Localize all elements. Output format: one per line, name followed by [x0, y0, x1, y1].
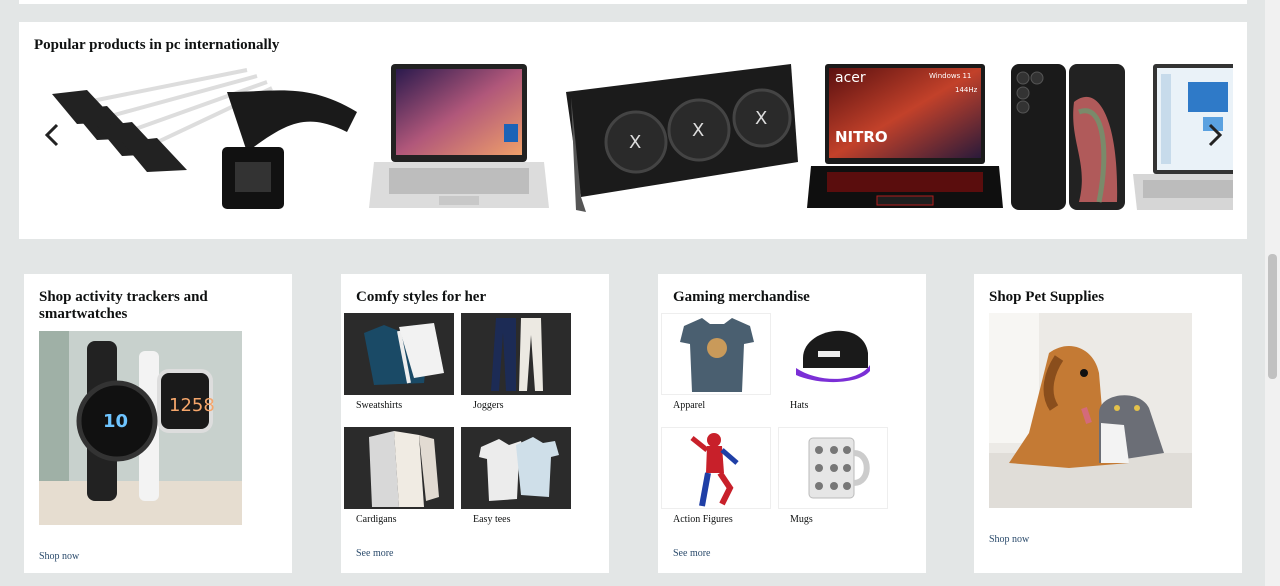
carousel-title: Popular products in pc internationally: [34, 37, 280, 53]
sata-cable-icon[interactable]: [47, 62, 362, 212]
scrollbar-thumb[interactable]: [1268, 254, 1277, 379]
carousel-prev-button[interactable]: [39, 119, 65, 151]
acer-logo-text: acer: [835, 70, 866, 86]
mugs-tile[interactable]: [778, 427, 888, 509]
shop-now-link[interactable]: Shop now: [39, 551, 79, 562]
card-comfy-styles: Comfy styles for her Sweatshirts Joggers…: [341, 274, 609, 573]
action-figures-tile[interactable]: [661, 427, 771, 509]
card-pet-supplies: Shop Pet Supplies Shop now: [974, 274, 1242, 573]
sweatshirts-tile[interactable]: [344, 313, 454, 395]
joggers-tile[interactable]: [461, 313, 571, 395]
tile-label-mugs[interactable]: Mugs: [790, 514, 813, 525]
carousel-next-button[interactable]: [1202, 119, 1228, 151]
refresh-rate-text: 144Hz: [955, 86, 978, 94]
tile-label-joggers[interactable]: Joggers: [473, 400, 504, 411]
easy-tees-tile[interactable]: [461, 427, 571, 509]
acer-nitro-laptop-icon[interactable]: acer NITRO Windows 11 144Hz: [807, 62, 1003, 212]
card-title: Comfy styles for her: [356, 289, 487, 305]
tile-label-action-figures[interactable]: Action Figures: [673, 514, 733, 525]
see-more-link[interactable]: See more: [673, 548, 711, 559]
page-scrollbar[interactable]: [1265, 0, 1280, 586]
windows-badge-text: Windows 11: [929, 72, 971, 80]
tile-label-apparel[interactable]: Apparel: [673, 400, 705, 411]
tile-label-sweatshirts[interactable]: Sweatshirts: [356, 400, 402, 411]
nitro-logo-text: NITRO: [835, 128, 888, 146]
apparel-tile[interactable]: [661, 313, 771, 395]
cardigans-tile[interactable]: [344, 427, 454, 509]
shop-now-link[interactable]: Shop now: [989, 534, 1029, 545]
card-title: Shop activity trackers and smartwatches: [39, 289, 208, 322]
tile-label-hats[interactable]: Hats: [790, 400, 808, 411]
tile-label-cardigans[interactable]: Cardigans: [356, 514, 397, 525]
previous-section-strip: [19, 0, 1247, 4]
chevron-right-icon: [1208, 123, 1223, 147]
card-activity-trackers: Shop activity trackers and smartwatches …: [24, 274, 292, 573]
watch1-time: 10: [103, 411, 128, 432]
watch2-time: 1258: [169, 395, 215, 416]
smartwatches-image[interactable]: 1258 10: [39, 331, 242, 525]
chevron-left-icon: [44, 123, 59, 147]
svg-text:X: X: [629, 132, 641, 153]
pet-supplies-image[interactable]: [989, 313, 1192, 508]
popular-products-carousel: Popular products in pc internationally X…: [19, 22, 1247, 239]
card-title: Shop Pet Supplies: [989, 289, 1105, 305]
see-more-link[interactable]: See more: [356, 548, 394, 559]
samsung-phone-icon[interactable]: [1009, 62, 1127, 212]
svg-text:X: X: [692, 120, 704, 141]
hp-laptop-icon[interactable]: [369, 62, 549, 212]
tile-label-easy-tees[interactable]: Easy tees: [473, 514, 511, 525]
svg-text:X: X: [755, 108, 767, 129]
card-gaming-merchandise: Gaming merchandise Apparel Hats Action F…: [658, 274, 926, 573]
graphics-card-icon[interactable]: X X X: [556, 62, 801, 212]
card-title: Gaming merchandise: [673, 289, 810, 305]
hats-tile[interactable]: [778, 313, 888, 395]
